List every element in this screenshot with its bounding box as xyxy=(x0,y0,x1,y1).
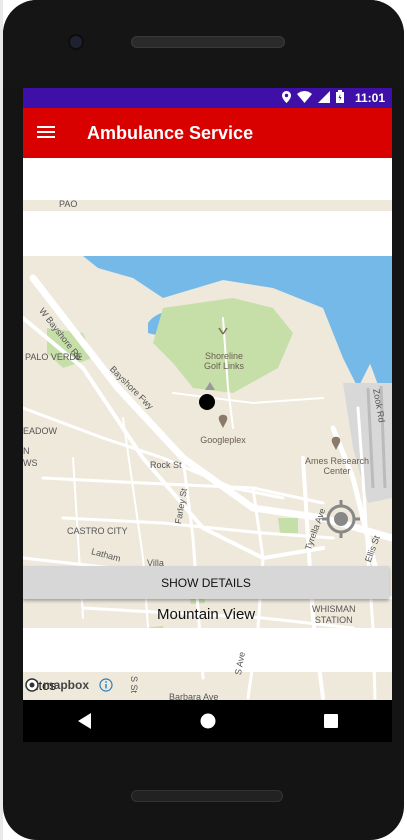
phone-bottom-speaker xyxy=(131,790,283,802)
map-label-pao: PAO xyxy=(59,199,78,209)
crosshair-icon xyxy=(322,500,360,538)
recents-icon xyxy=(323,714,338,728)
map-label-meadow: EADOW xyxy=(23,426,58,436)
back-button[interactable] xyxy=(55,706,115,736)
home-button[interactable] xyxy=(178,706,238,736)
top-search-band xyxy=(23,158,392,200)
mapbox-wordmark: mapbox xyxy=(43,678,90,692)
map-label-n: N xyxy=(23,446,30,456)
navigation-bar xyxy=(23,700,392,742)
status-time: 11:01 xyxy=(354,91,385,105)
lower-info-band-2 xyxy=(23,628,392,672)
mapbox-attribution[interactable]: mapbox xyxy=(25,678,113,692)
map-view[interactable]: PAO W Bayshore Rd Bayshore Fwy PALO VERD… xyxy=(23,158,392,700)
menu-icon[interactable] xyxy=(37,126,55,139)
user-location-marker xyxy=(199,394,215,410)
location-icon xyxy=(282,90,291,103)
map-label-barbara-ave: Barbara Ave xyxy=(169,692,219,700)
map-label-mountain-view: Mountain View xyxy=(157,606,256,623)
home-icon xyxy=(200,713,215,729)
status-bar: 11:01 xyxy=(23,88,392,108)
upper-info-band xyxy=(23,211,392,256)
show-details-button[interactable]: SHOW DETAILS xyxy=(23,566,389,599)
map-label-ws: WS xyxy=(23,458,38,468)
screen: 11:01 Ambulance Service PAO W Bayshore R… xyxy=(23,88,392,700)
phone-top-bezel xyxy=(3,0,404,88)
app-title: Ambulance Service xyxy=(87,123,254,143)
status-icons xyxy=(282,90,344,103)
map-label-castro-city: CASTRO CITY xyxy=(67,526,128,536)
app-bar: Ambulance Service xyxy=(23,108,392,158)
poi-label-ames-research: Ames Research Center xyxy=(304,456,370,476)
map-label-palo-verde: PALO VERDE xyxy=(25,352,82,362)
mapbox-logo-icon xyxy=(25,678,39,692)
battery-icon xyxy=(336,90,344,103)
wifi-icon xyxy=(297,90,312,103)
back-icon xyxy=(77,713,91,729)
info-icon[interactable] xyxy=(99,678,113,692)
poi-label-shoreline-golf: Shoreline Golf Links xyxy=(203,351,245,371)
map-label-rock-st: Rock St xyxy=(150,460,182,470)
recents-button[interactable] xyxy=(301,706,361,736)
map-label-s-st: S St xyxy=(129,676,139,694)
speaker-grille xyxy=(131,36,285,48)
my-location-button[interactable] xyxy=(320,498,362,540)
poi-label-googleplex: Googleplex xyxy=(200,435,246,445)
map-label-whisman-station: WHISMAN STATION xyxy=(312,604,356,625)
camera-icon xyxy=(70,36,82,48)
signal-icon xyxy=(318,90,330,103)
